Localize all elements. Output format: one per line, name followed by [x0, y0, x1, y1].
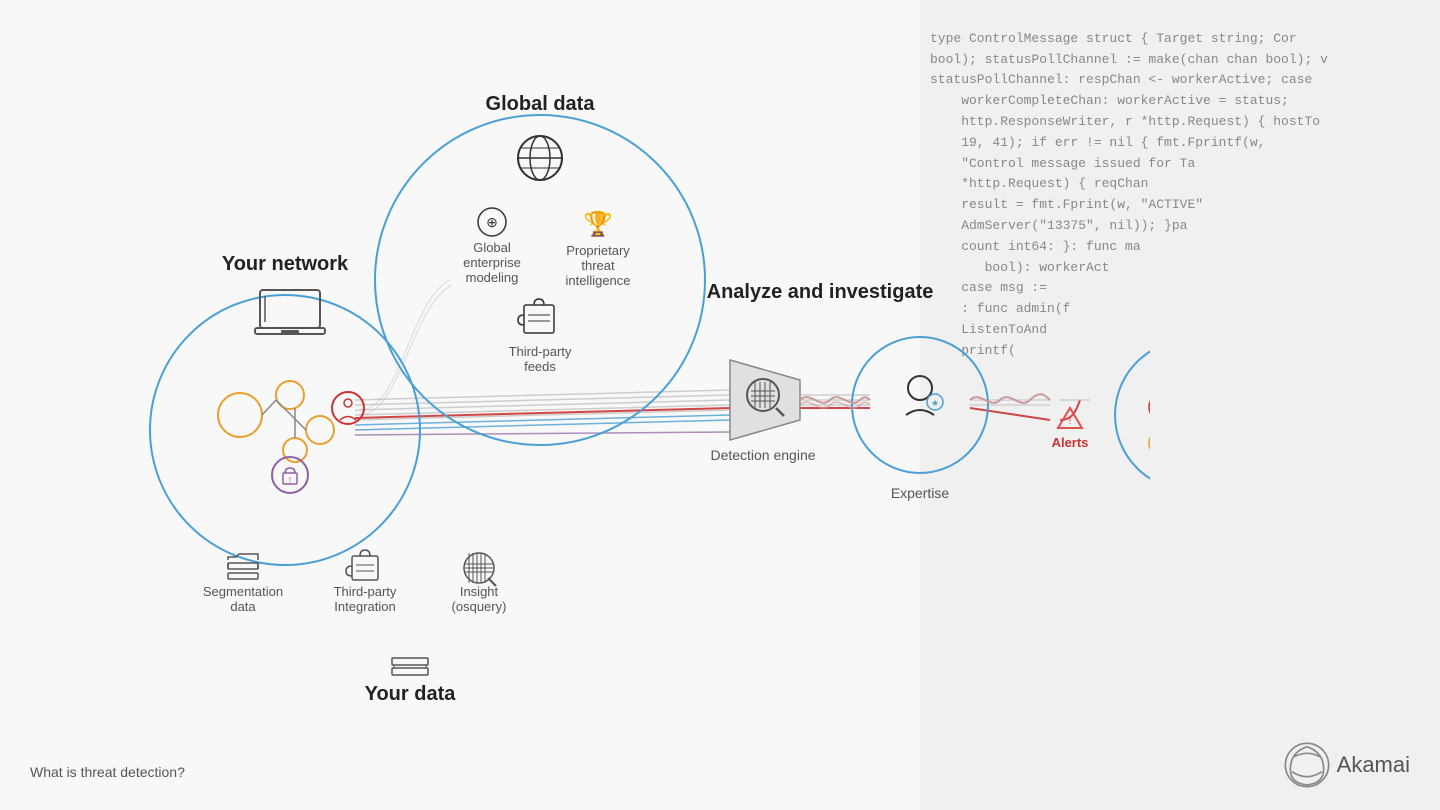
- svg-text:Third-party: Third-party: [334, 584, 397, 599]
- svg-text:Expertise: Expertise: [891, 485, 950, 501]
- bottom-label: What is threat detection?: [30, 764, 185, 780]
- svg-text:threat: threat: [581, 258, 615, 273]
- svg-text:Global: Global: [473, 240, 511, 255]
- svg-text:modeling: modeling: [466, 270, 519, 285]
- svg-text:Detection engine: Detection engine: [710, 447, 815, 463]
- svg-text:intelligence: intelligence: [565, 273, 630, 288]
- svg-text:Integration: Integration: [334, 599, 395, 614]
- svg-text:enterprise: enterprise: [463, 255, 521, 270]
- main-content: ! ⊕ 🏆: [0, 0, 1440, 810]
- svg-text:!: !: [1069, 416, 1072, 427]
- svg-text:(osquery): (osquery): [452, 599, 507, 614]
- diagram: ! ⊕ 🏆: [0, 0, 1150, 810]
- svg-text:feeds: feeds: [524, 359, 556, 374]
- akamai-logo: Akamai: [1282, 740, 1410, 790]
- svg-text:!: !: [289, 476, 291, 485]
- svg-text:Your data: Your data: [365, 683, 457, 705]
- network-title: Your network: [222, 253, 349, 275]
- akamai-text: Akamai: [1337, 752, 1410, 778]
- svg-text:🏆: 🏆: [583, 210, 613, 238]
- svg-text:Segmentation: Segmentation: [203, 584, 283, 599]
- svg-text:⊕: ⊕: [486, 214, 498, 230]
- global-data-title: Global data: [486, 93, 596, 115]
- svg-text:Insight: Insight: [460, 584, 499, 599]
- svg-text:Alerts: Alerts: [1052, 435, 1089, 450]
- svg-text:Analyze and investigate: Analyze and investigate: [707, 281, 934, 303]
- svg-text:★: ★: [931, 398, 939, 408]
- svg-text:data: data: [230, 599, 256, 614]
- svg-text:Third-party: Third-party: [509, 344, 572, 359]
- svg-text:Proprietary: Proprietary: [566, 243, 630, 258]
